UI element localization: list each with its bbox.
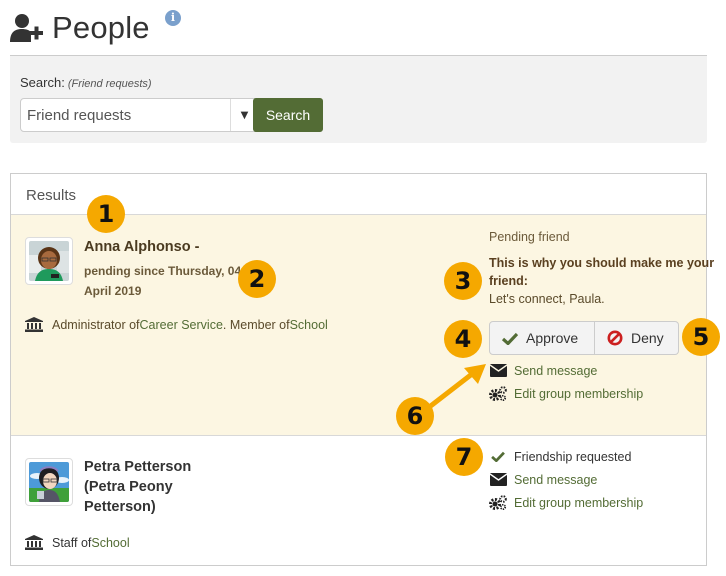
row-actions: Send message Edit group membership [489, 359, 643, 405]
group-link-school[interactable]: School [91, 536, 129, 550]
person-name-line[interactable]: Petterson) [84, 497, 191, 517]
search-filter-value: Friend requests [27, 106, 132, 124]
search-panel: Search: (Friend requests) Friend requests… [10, 55, 707, 143]
gears-icon [489, 495, 507, 510]
request-actions: Approve Deny [489, 321, 679, 355]
search-hint: (Friend requests) [67, 78, 152, 90]
affiliation-text: Administrator of [52, 317, 140, 332]
request-message: Let's connect, Paula. [489, 292, 605, 306]
row-actions: Friendship requested Send message Edit g… [489, 445, 643, 514]
affiliation-text: Staff of [52, 535, 92, 550]
callout-4: 4 [444, 320, 482, 358]
callout-7: 7 [445, 438, 483, 476]
affiliation: Staff of School [25, 535, 130, 550]
avatar[interactable] [25, 237, 73, 285]
group-link-career-service[interactable]: Career Service [140, 318, 223, 332]
check-icon [489, 450, 507, 464]
person-name-text[interactable]: Anna Alphonso [84, 239, 191, 255]
page-header: People [10, 8, 150, 48]
friendship-requested-label: Friendship requested [514, 449, 632, 464]
person-name[interactable]: Petra Petterson (Petra Peony Petterson) [84, 457, 191, 517]
person-name-line[interactable]: Petra Petterson [84, 457, 191, 477]
callout-2: 2 [238, 260, 276, 298]
request-reason-label: This is why you should make me your frie… [489, 256, 715, 288]
pending-friend-label: Pending friend [489, 230, 570, 244]
callout-1: 1 [87, 195, 125, 233]
deny-label: Deny [631, 330, 664, 346]
search-label-text: Search: [20, 75, 65, 90]
edit-group-membership-link[interactable]: Edit group membership [489, 491, 643, 514]
avatar[interactable] [25, 458, 73, 506]
affiliation: Administrator of Career Service . Member… [25, 317, 328, 332]
institution-icon [25, 535, 43, 550]
envelope-icon [489, 364, 507, 378]
envelope-icon [489, 473, 507, 487]
send-message-label[interactable]: Send message [514, 473, 597, 487]
result-row: Petra Petterson (Petra Peony Petterson) … [11, 436, 706, 565]
send-message-link[interactable]: Send message [489, 359, 643, 382]
deny-button[interactable]: Deny [595, 321, 679, 355]
check-icon [502, 332, 518, 345]
edit-group-membership-link[interactable]: Edit group membership [489, 382, 643, 405]
search-filter-select[interactable]: Friend requests ▼ [20, 98, 259, 132]
person-name[interactable]: Anna Alphonso - [84, 237, 199, 257]
user-plus-icon [10, 14, 43, 42]
friendship-requested-status: Friendship requested [489, 445, 643, 468]
search-button[interactable]: Search [253, 98, 323, 132]
send-message-label[interactable]: Send message [514, 364, 597, 378]
search-label: Search: (Friend requests) [20, 75, 152, 90]
avatar-image [29, 241, 69, 281]
person-name-line[interactable]: (Petra Peony [84, 477, 191, 497]
person-name-suffix: - [190, 239, 200, 255]
ban-icon [607, 330, 623, 346]
affiliation-text: . Member of [222, 317, 290, 332]
info-icon[interactable]: i [165, 10, 181, 26]
institution-icon [25, 317, 43, 332]
results-panel: Results Anna Alphonso - pending since Th… [10, 173, 714, 566]
edit-group-membership-label[interactable]: Edit group membership [514, 387, 643, 401]
result-row: Anna Alphonso - pending since Thursday, … [11, 215, 714, 436]
page-title: People [52, 10, 150, 45]
edit-group-membership-label[interactable]: Edit group membership [514, 496, 643, 510]
callout-6: 6 [396, 397, 434, 435]
avatar-image [29, 462, 69, 502]
gears-icon [489, 386, 507, 401]
send-message-link[interactable]: Send message [489, 468, 643, 491]
friend-request-info: Pending friend This is why you should ma… [489, 230, 726, 308]
group-link-school[interactable]: School [290, 318, 328, 332]
approve-button[interactable]: Approve [489, 321, 595, 355]
approve-label: Approve [526, 330, 579, 346]
pending-since: pending since Thursday, 04 April 2019 [84, 264, 242, 298]
callout-5: 5 [682, 318, 720, 356]
callout-3: 3 [444, 262, 482, 300]
